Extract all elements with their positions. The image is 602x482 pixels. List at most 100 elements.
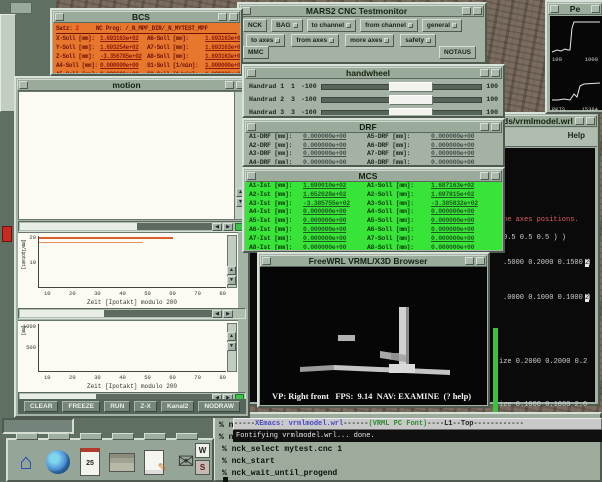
file-manager-icon[interactable] bbox=[108, 446, 136, 478]
titlebar[interactable]: MCS bbox=[245, 170, 502, 182]
subpanel-tab[interactable] bbox=[80, 433, 102, 440]
vertical-scrollbar[interactable]: ▲ ▼ bbox=[227, 235, 237, 288]
scroll-left-icon[interactable]: ◀ bbox=[212, 310, 222, 318]
to-channel-menu[interactable]: to channel bbox=[307, 19, 357, 32]
window-menu-icon[interactable] bbox=[55, 13, 64, 21]
general-menu[interactable]: general bbox=[422, 19, 462, 32]
terminal-cursor[interactable] bbox=[223, 477, 228, 482]
notaus-button[interactable]: NOTAUS bbox=[439, 46, 476, 59]
mcs-window[interactable]: MCS A1-Ist [mm]:1.690010e+02A1-Soll [mm]… bbox=[242, 167, 505, 253]
window-menu-icon[interactable] bbox=[19, 81, 28, 89]
maximize-button[interactable] bbox=[591, 5, 600, 13]
browser-globe-icon[interactable] bbox=[44, 446, 72, 478]
maximize-button[interactable] bbox=[491, 69, 500, 77]
subpanel-tab[interactable] bbox=[176, 433, 198, 440]
maximize-button[interactable] bbox=[491, 123, 500, 131]
window-menu-icon[interactable] bbox=[550, 5, 559, 13]
titlebar[interactable]: DRF bbox=[245, 121, 502, 133]
minimize-button[interactable] bbox=[465, 257, 474, 265]
minimize-button[interactable] bbox=[480, 123, 489, 131]
subpanel-tab[interactable] bbox=[16, 433, 38, 440]
drf-window[interactable]: DRF A1-DRF [mm]:0.000000e+00A5-DRF [mm]:… bbox=[242, 118, 505, 167]
emacs-modeline[interactable]: ----- XEmacs: vrmlmodel.wrl ------ (VRML… bbox=[233, 418, 602, 430]
handwheel-slider[interactable] bbox=[321, 84, 483, 90]
slider-thumb[interactable] bbox=[389, 82, 433, 92]
scroll-right-icon[interactable]: ▶ bbox=[223, 310, 233, 318]
workspace-w-button[interactable]: W bbox=[195, 443, 210, 458]
motion-window[interactable]: motion ▲ ▼ ◀ ▶ [mm/Ipotakt] 20 10 10 bbox=[14, 76, 250, 418]
text-note-icon[interactable]: ✎ bbox=[140, 446, 168, 478]
maximize-button[interactable] bbox=[586, 117, 595, 125]
scroll-track[interactable] bbox=[20, 310, 221, 317]
scroll-down-icon[interactable]: ▼ bbox=[227, 342, 236, 351]
nodraw-button[interactable]: NODRAW bbox=[198, 401, 240, 412]
x-tick: 70 bbox=[194, 290, 201, 297]
minimize-button[interactable] bbox=[462, 7, 471, 15]
freewrl-window[interactable]: FreeWRL VRML/X3D Browser VP: Right front… bbox=[257, 252, 490, 408]
run-button[interactable]: RUN bbox=[104, 401, 130, 412]
window-menu-icon[interactable] bbox=[247, 123, 256, 131]
motion-canvas[interactable] bbox=[18, 91, 238, 220]
bcs-window[interactable]: BCS Satz: 2 NC Prog: /_N_MPF_DIR/_N_MYTE… bbox=[50, 8, 243, 76]
handwheel-slider[interactable] bbox=[321, 97, 483, 103]
calendar-icon[interactable]: 25 bbox=[76, 446, 104, 478]
scroll-up-icon[interactable]: ▲ bbox=[227, 266, 236, 275]
more-axes-menu[interactable]: more axes bbox=[345, 34, 394, 47]
mmc-button[interactable]: MMC bbox=[243, 46, 269, 59]
plot2-xlabel: Zeit [Ipotakt] modulo 200 bbox=[38, 383, 226, 390]
handwheel-window[interactable]: handwheel Handrad 1 1 -100 100 Handrad 2… bbox=[242, 64, 505, 118]
testmonitor-window[interactable]: MARS2 CNC Testmonitor NCK BAG to channel… bbox=[237, 2, 487, 64]
kanal2-button[interactable]: Kanal2 bbox=[161, 401, 194, 412]
window-menu-icon[interactable] bbox=[242, 7, 251, 15]
freeze-button[interactable]: FREEZE bbox=[62, 401, 100, 412]
minimize-button[interactable] bbox=[480, 69, 489, 77]
vrml-canvas[interactable]: VP: Right front FPS: 9.14 NAV: EXAMINE (… bbox=[260, 267, 487, 405]
nck-button[interactable]: NCK bbox=[243, 19, 267, 32]
window-menu-icon[interactable] bbox=[247, 69, 256, 77]
subpanel-tab[interactable] bbox=[144, 433, 166, 440]
minimize-button[interactable] bbox=[575, 117, 584, 125]
scroll-up-icon[interactable]: ▲ bbox=[227, 332, 236, 341]
titlebar[interactable]: Pe bbox=[548, 3, 602, 15]
maximize-button[interactable] bbox=[476, 257, 485, 265]
titlebar[interactable]: handwheel bbox=[245, 67, 502, 79]
scroll-thumb[interactable] bbox=[104, 310, 221, 317]
titlebar[interactable]: MARS2 CNC Testmonitor bbox=[240, 5, 484, 17]
handwheel-slider[interactable] bbox=[321, 110, 483, 116]
scroll-left-icon[interactable]: ◀ bbox=[212, 223, 222, 231]
scroll-thumb[interactable] bbox=[137, 223, 221, 230]
subpanel-tab[interactable] bbox=[112, 433, 134, 440]
maximize-button[interactable] bbox=[229, 13, 238, 21]
subpanel-tab[interactable] bbox=[48, 433, 70, 440]
bag-menu[interactable]: BAG bbox=[271, 19, 302, 32]
minimize-button[interactable] bbox=[225, 81, 234, 89]
trace-ist bbox=[39, 242, 143, 243]
maximize-button[interactable] bbox=[473, 7, 482, 15]
titlebar[interactable]: FreeWRL VRML/X3D Browser bbox=[260, 255, 487, 267]
minimize-button[interactable] bbox=[480, 172, 489, 180]
slider-thumb[interactable] bbox=[389, 95, 433, 105]
scroll-right-icon[interactable]: ▶ bbox=[223, 223, 233, 231]
window-menu-icon[interactable] bbox=[247, 172, 256, 180]
clear-button[interactable]: CLEAR bbox=[24, 401, 58, 412]
horizontal-scrollbar[interactable]: ◀ ▶ bbox=[18, 308, 246, 319]
minimize-button[interactable] bbox=[218, 13, 227, 21]
from-axes-menu[interactable]: from axes bbox=[291, 34, 339, 47]
zx-button[interactable]: Z-X bbox=[134, 401, 156, 412]
window-menu-icon[interactable] bbox=[262, 257, 271, 265]
home-icon[interactable]: ⌂ bbox=[12, 446, 40, 478]
scroll-down-icon[interactable]: ▼ bbox=[227, 276, 236, 285]
red-widget[interactable] bbox=[2, 226, 12, 242]
titlebar[interactable]: motion bbox=[17, 79, 247, 91]
horizontal-scrollbar[interactable]: ◀ ▶ bbox=[18, 221, 246, 232]
titlebar[interactable]: BCS bbox=[53, 11, 240, 23]
from-channel-menu[interactable]: from channel bbox=[360, 19, 418, 32]
maximize-button[interactable] bbox=[491, 172, 500, 180]
perf-window[interactable]: Pe 100 1000 PKTS 15384 bbox=[545, 0, 602, 114]
safety-menu[interactable]: safety bbox=[400, 34, 436, 47]
workspace-s-button[interactable]: S bbox=[195, 460, 210, 475]
menu-help[interactable]: Help bbox=[568, 131, 585, 140]
vertical-scrollbar[interactable]: ▲ ▼ bbox=[227, 323, 237, 372]
scroll-track[interactable] bbox=[20, 223, 221, 230]
slider-thumb[interactable] bbox=[389, 108, 433, 116]
